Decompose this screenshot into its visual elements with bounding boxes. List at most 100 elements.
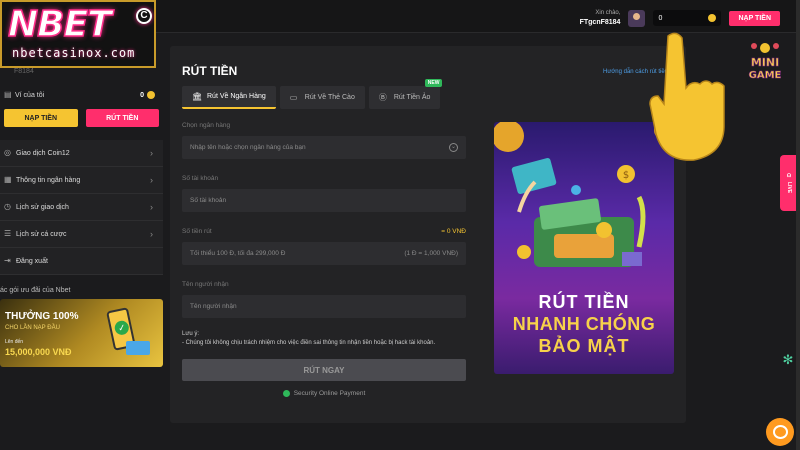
promo-section-title: ác gói ưu đãi của Nbet [0, 287, 71, 294]
recipient-placeholder: Tên người nhận [190, 303, 237, 310]
tab-bank[interactable]: 🏛 Rút Về Ngân Hàng [182, 86, 276, 109]
pointing-hand-icon [649, 32, 725, 161]
withdraw-form: Chọn ngân hàng Nhập tên hoặc chọn ngân h… [182, 122, 466, 397]
bet-history-icon: ☰ [4, 229, 12, 238]
balance-value: 0 [658, 14, 663, 22]
bank-label-text: Chọn ngân hàng [182, 122, 231, 129]
chevron-right-icon: › [150, 202, 153, 212]
sidebar-item-label: Giao dịch Coin12 [16, 149, 70, 157]
promo-banner[interactable]: THƯỞNG 100% CHO LẦN NẠP ĐẦU Lên đến 15,0… [0, 299, 163, 367]
promo-amount: 15,000,000 VNĐ [5, 347, 72, 357]
sidebar-username: F8184 [14, 68, 34, 75]
sidebar-withdraw-button[interactable]: RÚT TIỀN [85, 109, 159, 127]
copyright-icon: C [136, 8, 152, 24]
greeting-text: Xin chào, [595, 10, 621, 16]
bank-icon: 🏛 [192, 91, 203, 101]
note: Lưu ý: - Chúng tôi không chịu trách nhiệ… [182, 330, 466, 348]
logo-text: NBET [7, 3, 112, 46]
bank-select-placeholder: Nhập tên hoặc chọn ngân hàng của bạn [190, 144, 306, 151]
account-input[interactable]: Số tài khoản [182, 189, 466, 212]
account-label-text: Số tài khoản [182, 175, 219, 182]
amount-input[interactable]: Tối thiểu 100 Đ, tối đa 299,000 Đ (1 Đ = … [182, 242, 466, 265]
header-deposit-button[interactable]: NẠP TIỀN [729, 10, 780, 26]
logo[interactable]: NBET C nbetcasinox.com [0, 0, 156, 68]
sidebar-item-bank-info[interactable]: ▦ Thông tin ngân hàng › [0, 167, 163, 194]
note-text: - Chúng tôi không chịu trách nhiệm cho v… [182, 340, 436, 346]
tab-label: Rút Về Ngân Hàng [207, 93, 266, 100]
svg-text:$: $ [623, 170, 629, 181]
bank-icon: ▦ [4, 175, 12, 184]
recipient-label: Tên người nhận [182, 281, 466, 291]
wallet-icon: ▤ [4, 90, 12, 99]
avatar[interactable] [628, 9, 646, 27]
bank-label: Chọn ngân hàng [182, 122, 466, 132]
coin-icon: ◎ [4, 148, 11, 157]
wallet-value: 0 [140, 91, 144, 99]
live-label: LIVE [786, 181, 792, 194]
account-label: Số tài khoản [182, 175, 466, 185]
amount-converted: = 0 VNĐ [441, 228, 466, 235]
note-title: Lưu ý: [182, 331, 200, 337]
sidebar-actions: NẠP TIỀN RÚT TIỀN [0, 104, 163, 132]
chevron-right-icon: › [150, 148, 153, 158]
greeting: Xin chào, FTgcnF8184 [580, 8, 621, 28]
security-note: Security Online Payment [182, 390, 466, 397]
sidebar-item-logout[interactable]: ⇥ Đăng xuất [0, 248, 163, 275]
sidebar-item-label: Lịch sử cá cược [16, 230, 67, 238]
coin-icon [708, 14, 717, 22]
chevron-right-icon: › [150, 229, 153, 239]
history-icon: ◷ [4, 202, 11, 211]
minigame-line2: GAME [749, 70, 782, 81]
withdraw-panel: RÚT TIỀN Hướng dẫn cách rút tiền 🏛 Rút Về… [170, 46, 686, 423]
security-text: Security Online Payment [293, 390, 366, 397]
sidebar-item-transaction-history[interactable]: ◷ Lịch sử giao dịch › [0, 194, 163, 221]
card-icon: ▭ [289, 92, 298, 102]
recipient-input[interactable]: Tên người nhận [182, 295, 466, 318]
chat-support-button[interactable] [766, 418, 794, 446]
coin-icon [147, 91, 155, 99]
bank-select[interactable]: Nhập tên hoặc chọn ngân hàng của bạn ⌄ [182, 136, 466, 159]
bitcoin-icon: Ⓑ [378, 92, 387, 102]
sidebar: F8184 ▤ Ví của tôi 0 NẠP TIỀN RÚT TIỀN ◎ G… [0, 68, 163, 367]
poster-line3: BẢO MẬT [538, 336, 630, 356]
amount-rate: (1 Đ = 1,000 VNĐ) [404, 250, 458, 257]
sidebar-item-label: Thông tin ngân hàng [16, 176, 81, 184]
poster-line2: NHANH CHÓNG [512, 314, 656, 334]
sidebar-item-label: Lịch sử giao dịch [16, 203, 69, 211]
promo-upto: Lên đến [5, 339, 24, 345]
chatgpt-icon[interactable]: ✻ [781, 353, 795, 367]
scrollbar[interactable] [796, 0, 800, 450]
withdraw-submit-button[interactable]: RÚT NGAY [182, 359, 466, 381]
amount-label-text: Số tiền rút [182, 228, 212, 235]
new-badge: NEW [424, 79, 443, 87]
balance-display: 0 [653, 10, 722, 26]
tab-card[interactable]: ▭ Rút Về Thẻ Cào [279, 86, 365, 109]
chevron-right-icon: › [150, 175, 153, 185]
logout-icon: ⇥ [4, 256, 11, 265]
chevron-down-icon: ⌄ [449, 143, 458, 152]
credit-card-icon [126, 341, 150, 355]
tab-crypto[interactable]: Ⓑ Rút Tiền Ảo NEW [368, 79, 443, 109]
withdraw-poster: $ RÚT TIỀN NHANH CHÓNG BẢO MẬT [494, 122, 674, 374]
tab-label: Rút Tiền Ảo [393, 94, 431, 101]
sidebar-item-bet-history[interactable]: ☰ Lịch sử cá cược › [0, 221, 163, 248]
header-account: Xin chào, FTgcnF8184 0 NẠP TIỀN [580, 8, 780, 28]
sidebar-menu: ◎ Giao dịch Coin12 › ▦ Thông tin ngân hàng ›… [0, 140, 163, 275]
sidebar-item-coin12[interactable]: ◎ Giao dịch Coin12 › [0, 140, 163, 167]
headset-icon: ☊ [786, 172, 792, 179]
sidebar-deposit-button[interactable]: NẠP TIỀN [4, 109, 78, 127]
amount-label: Số tiền rút = 0 VNĐ [182, 228, 466, 238]
logo-domain: nbetcasinox.com [12, 46, 136, 60]
account-placeholder: Số tài khoản [190, 197, 227, 204]
amount-placeholder: Tối thiểu 100 Đ, tối đa 299,000 Đ [190, 250, 286, 257]
promo-subline: CHO LẦN NẠP ĐẦU [5, 325, 60, 331]
wallet-row: ▤ Ví của tôi 0 [0, 86, 163, 104]
shield-icon [282, 390, 290, 397]
header-username: FTgcnF8184 [579, 19, 621, 26]
sidebar-item-label: Đăng xuất [16, 257, 48, 265]
recipient-label-text: Tên người nhận [182, 281, 229, 288]
minigame-button[interactable]: MINI GAME [742, 40, 788, 86]
tab-label: Rút Về Thẻ Cào [304, 94, 355, 101]
withdraw-tabs: 🏛 Rút Về Ngân Hàng ▭ Rút Về Thẻ Cào Ⓑ Rút T… [182, 79, 443, 109]
promo-headline: THƯỞNG 100% [5, 311, 79, 322]
